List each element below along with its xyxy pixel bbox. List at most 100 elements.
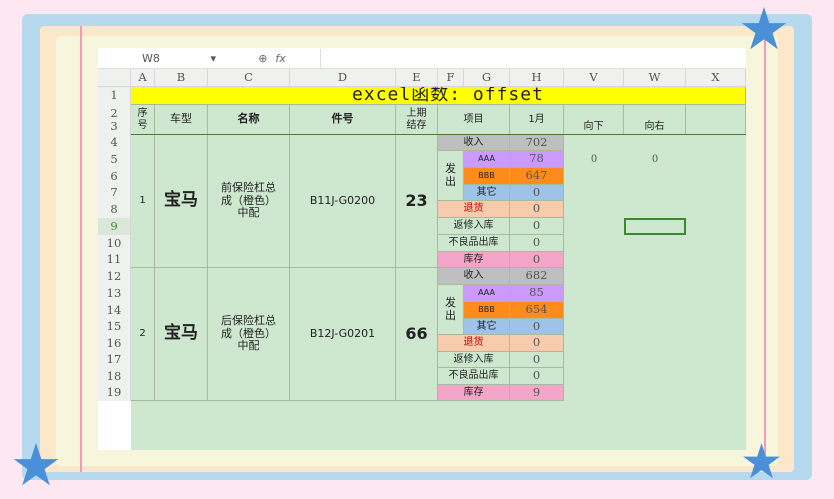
header-separator [131, 134, 746, 135]
item-label: 退货 [438, 201, 510, 218]
item-label: 库存 [438, 252, 510, 268]
item-value: 78 [510, 151, 564, 168]
row-header[interactable]: 14 [98, 302, 131, 319]
item-label: 不良品出库 [438, 368, 510, 385]
spreadsheet: W8 ▾ ⊕ fx ABCDEFGHVWX12 3 4 5 6 7 8 9 10 11 12 13 14 1… [98, 48, 746, 450]
column-header-F[interactable]: F [438, 69, 464, 87]
record-car-type: 宝马 [155, 268, 208, 401]
offset-down-result: 0 [564, 151, 624, 168]
item-value: 0 [510, 352, 564, 368]
item-value: 647 [510, 168, 564, 185]
column-header-X[interactable]: X [686, 69, 746, 87]
record-seq: 1 [131, 135, 155, 268]
column-header-W[interactable]: W [624, 69, 686, 87]
name-box[interactable]: W8 ▾ [102, 49, 224, 68]
row-header[interactable]: 15 [98, 319, 131, 335]
star-icon: ★ [10, 431, 62, 499]
row-header[interactable]: 1 [98, 87, 131, 105]
item-label: BBB [464, 168, 510, 185]
column-header-H[interactable]: H [510, 69, 564, 87]
row-header[interactable]: 17 [98, 352, 131, 368]
row-header[interactable]: 2 3 [98, 105, 131, 135]
sheet-title: excel函数: offset [131, 87, 746, 105]
column-header-B[interactable]: B [155, 69, 208, 87]
cell-grid[interactable]: ABCDEFGHVWX12 3 4 5 6 7 8 9 10 11 12 13 14 15 16 17 18 1… [98, 69, 746, 450]
item-label: BBB [464, 302, 510, 319]
record-part-no: B12J-G0201 [290, 268, 396, 401]
row-header[interactable]: 5 [98, 151, 131, 168]
item-value: 0 [510, 185, 564, 201]
item-label: 返修入库 [438, 352, 510, 368]
header-blank [686, 105, 746, 135]
item-label: AAA [464, 285, 510, 302]
zoom-icon[interactable]: ⊕ [258, 52, 267, 65]
record-prev-stock: 66 [396, 268, 438, 401]
item-value: 0 [510, 335, 564, 352]
header-item: 项目 [438, 105, 510, 135]
item-value: 0 [510, 235, 564, 252]
item-value: 0 [510, 368, 564, 385]
record-prev-stock: 23 [396, 135, 438, 268]
item-label: 其它 [464, 185, 510, 201]
column-header-C[interactable]: C [208, 69, 290, 87]
row-header[interactable]: 11 [98, 252, 131, 268]
offset-right-result: 0 [624, 151, 686, 168]
formula-bar: W8 ▾ ⊕ fx [98, 48, 746, 69]
item-label: 退货 [438, 335, 510, 352]
chevron-down-icon[interactable]: ▾ [210, 52, 216, 65]
item-value: 85 [510, 285, 564, 302]
record-seq: 2 [131, 268, 155, 401]
item-value: 654 [510, 302, 564, 319]
decorative-line [764, 26, 766, 472]
row-header[interactable]: 10 [98, 235, 131, 252]
record-name: 后保险杠总 成（橙色） 中配 [208, 268, 290, 401]
row-header[interactable]: 18 [98, 368, 131, 385]
item-label: AAA [464, 151, 510, 168]
item-value: 0 [510, 218, 564, 235]
decorative-line [80, 26, 82, 472]
row-header[interactable]: 16 [98, 335, 131, 352]
item-value: 9 [510, 385, 564, 401]
record-name: 前保险杠总 成（橙色） 中配 [208, 135, 290, 268]
formula-input[interactable] [320, 48, 746, 68]
column-header-E[interactable]: E [396, 69, 438, 87]
item-label: 返修入库 [438, 218, 510, 235]
item-value: 682 [510, 268, 564, 285]
header-right: 向右 [624, 105, 686, 135]
header-car-type: 车型 [155, 105, 208, 135]
header-name: 名称 [208, 105, 290, 135]
row-header[interactable]: 7 [98, 185, 131, 201]
header-part-no: 件号 [290, 105, 396, 135]
issue-label: 发 出 [438, 151, 464, 201]
star-icon: ★ [740, 434, 784, 490]
row-header[interactable]: 6 [98, 168, 131, 185]
item-label: 收入 [438, 268, 510, 285]
item-label: 收入 [438, 135, 510, 151]
column-header-V[interactable]: V [564, 69, 624, 87]
row-header[interactable]: 4 [98, 135, 131, 151]
item-value: 0 [510, 319, 564, 335]
column-header-D[interactable]: D [290, 69, 396, 87]
item-label: 不良品出库 [438, 235, 510, 252]
record-car-type: 宝马 [155, 135, 208, 268]
row-header[interactable]: 8 [98, 201, 131, 218]
row-header[interactable]: 19 [98, 385, 131, 401]
column-header-G[interactable]: G [464, 69, 510, 87]
item-value: 0 [510, 201, 564, 218]
item-value: 702 [510, 135, 564, 151]
row-header[interactable]: 13 [98, 285, 131, 302]
header-down: 向下 [564, 105, 624, 135]
row-header[interactable]: 9 [98, 218, 131, 235]
header-prev-stock: 上期 结存 [396, 105, 438, 135]
select-all-corner[interactable] [98, 69, 131, 87]
fx-icon[interactable]: fx [275, 52, 285, 65]
item-label: 其它 [464, 319, 510, 335]
column-header-A[interactable]: A [131, 69, 155, 87]
header-seq: 序 号 [131, 105, 155, 135]
row-header[interactable]: 12 [98, 268, 131, 285]
item-value: 0 [510, 252, 564, 268]
name-box-value: W8 [142, 51, 160, 65]
item-label: 库存 [438, 385, 510, 401]
header-month: 1月 [510, 105, 564, 135]
active-cell-w8[interactable] [624, 218, 686, 235]
